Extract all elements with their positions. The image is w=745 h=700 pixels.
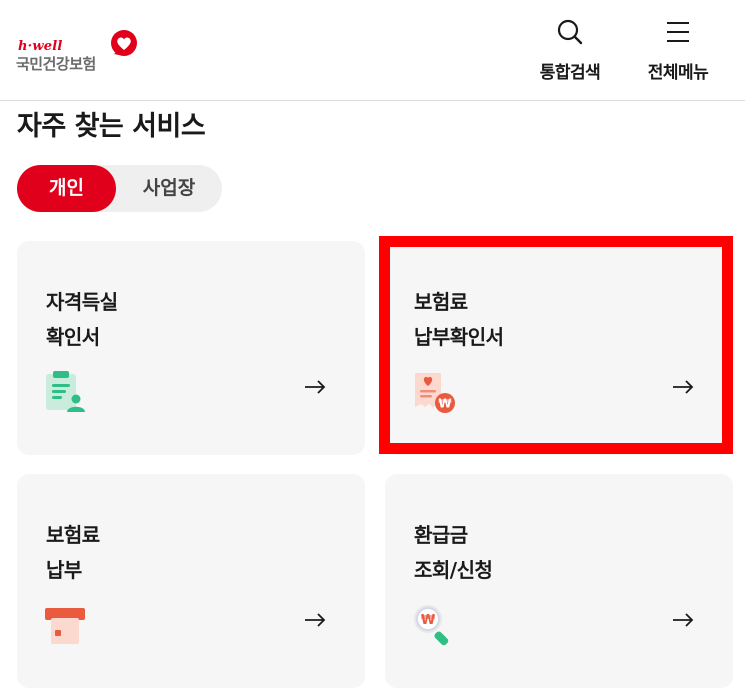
tab-business[interactable]: 사업장	[116, 165, 222, 212]
card-payment-icon	[45, 608, 85, 644]
site-header: h·well 국민건강보험 통합검색 전체메뉴	[0, 0, 745, 101]
search-label: 통합검색	[539, 63, 601, 83]
card-title-line1: 보험료	[46, 523, 100, 547]
arrow-right-icon	[673, 613, 694, 627]
service-card-qualification[interactable]: 자격득실 확인서	[17, 241, 365, 455]
svg-text:₩: ₩	[438, 397, 452, 411]
nhis-logo[interactable]: h·well 국민건강보험	[16, 28, 141, 76]
arrow-right-icon	[305, 380, 326, 394]
menu-label: 전체메뉴	[647, 63, 709, 83]
refund-search-icon: ₩	[414, 605, 449, 646]
card-title: 보험료 납부	[46, 518, 100, 588]
card-title: 환급금 조회/신청	[414, 518, 493, 588]
tab-personal[interactable]: 개인	[17, 165, 116, 212]
logo-org-name: 국민건강보험	[16, 55, 96, 73]
card-title-line1: 자격득실	[46, 290, 118, 314]
heart-logo-icon	[111, 30, 137, 56]
arrow-right-icon	[673, 380, 694, 394]
service-card-refund[interactable]: 환급금 조회/신청 ₩	[385, 474, 733, 688]
card-title-line1: 환급금	[414, 523, 468, 547]
payment-receipt-icon: ₩	[415, 373, 455, 413]
card-title-line2: 납부	[46, 558, 82, 582]
svg-text:₩: ₩	[421, 613, 436, 628]
arrow-right-icon	[305, 613, 326, 627]
all-menu-button[interactable]: 전체메뉴	[633, 18, 723, 88]
hamburger-menu-icon	[667, 22, 689, 42]
card-title-line2: 납부확인서	[414, 325, 504, 349]
qualification-certificate-icon	[46, 371, 85, 412]
user-type-toggle: 개인 사업장	[17, 165, 222, 212]
card-title-line1: 보험료	[414, 290, 468, 314]
integrated-search-button[interactable]: 통합검색	[525, 18, 615, 88]
section-title: 자주 찾는 서비스	[17, 111, 206, 142]
card-title-line2: 조회/신청	[414, 558, 493, 582]
search-icon	[557, 19, 583, 45]
card-title: 보험료 납부확인서	[414, 285, 504, 355]
card-title: 자격득실 확인서	[46, 285, 118, 355]
service-card-premium-payment[interactable]: 보험료 납부	[17, 474, 365, 688]
service-card-payment-receipt[interactable]: 보험료 납부확인서 ₩	[385, 241, 733, 455]
logo-tagline: h·well	[18, 39, 63, 54]
card-title-line2: 확인서	[46, 325, 100, 349]
